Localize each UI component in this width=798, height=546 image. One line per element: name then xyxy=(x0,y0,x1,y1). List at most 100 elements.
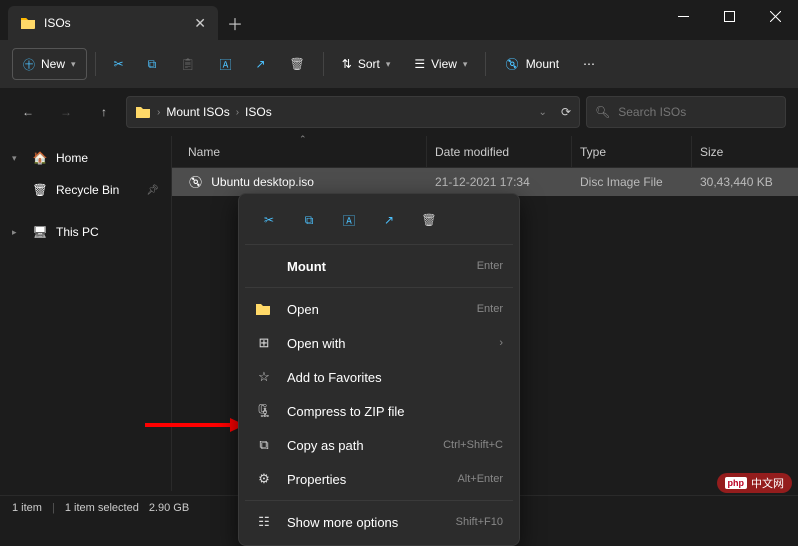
copy-button[interactable]: ⧉ xyxy=(138,48,167,80)
paste-icon: 📋︎ xyxy=(180,57,195,71)
share-icon: ↗ xyxy=(384,213,394,227)
more-button[interactable]: ⋯ xyxy=(573,48,605,80)
chevron-down-icon[interactable]: ⌄ xyxy=(539,107,547,118)
separator xyxy=(245,244,513,245)
search-box[interactable]: 🔍︎ xyxy=(586,96,786,128)
copy-icon: ⧉ xyxy=(305,213,314,228)
separator xyxy=(485,52,486,76)
close-icon[interactable]: ✕ xyxy=(194,15,206,32)
context-menu: ✂ ⧉ 🄰 ↗ 🗑 Mount Enter Open Enter ⊞ Open … xyxy=(238,193,520,546)
sidebar-item-label: This PC xyxy=(56,225,99,239)
zip-icon: 🗜︎ xyxy=(255,403,273,419)
ctx-hint: Ctrl+Shift+C xyxy=(443,439,503,451)
new-tab-button[interactable]: ＋ xyxy=(218,6,252,40)
ctx-share-button[interactable]: ↗ xyxy=(371,204,407,236)
chevron-down-icon: ▾ xyxy=(463,59,468,70)
chevron-right-icon: › xyxy=(499,337,503,349)
ctx-label: Show more options xyxy=(287,515,442,530)
cut-icon: ✂ xyxy=(114,57,124,71)
column-headers: Name ⌃ Date modified Type Size xyxy=(172,136,798,168)
chevron-right-icon[interactable]: › xyxy=(236,107,239,118)
mount-icon: 💿︎ xyxy=(504,57,519,71)
rename-button[interactable]: 🄰 xyxy=(209,48,241,80)
watermark: php 中文网 xyxy=(717,473,793,493)
sidebar-item-label: Recycle Bin xyxy=(56,183,119,197)
pin-icon[interactable]: 📌︎ xyxy=(146,185,159,196)
share-button[interactable]: ↗ xyxy=(245,48,275,80)
folder-icon xyxy=(135,104,151,120)
star-icon: ☆ xyxy=(255,369,273,385)
column-header-date[interactable]: Date modified xyxy=(427,136,572,167)
address-bar[interactable]: › Mount ISOs › ISOs ⌄ ⟳ xyxy=(126,96,580,128)
chevron-right-icon[interactable]: › xyxy=(157,107,160,118)
forward-button[interactable]: → xyxy=(50,96,82,128)
ctx-delete-button[interactable]: 🗑 xyxy=(411,204,447,236)
ctx-cut-button[interactable]: ✂ xyxy=(251,204,287,236)
sidebar-item-thispc[interactable]: ▸ 🖥 This PC xyxy=(6,216,165,248)
back-button[interactable]: ← xyxy=(12,96,44,128)
sidebar-item-home[interactable]: ▾ 🏠 Home xyxy=(6,142,165,174)
ctx-open[interactable]: Open Enter xyxy=(245,292,513,326)
ctx-properties[interactable]: ⚙︎ Properties Alt+Enter xyxy=(245,462,513,496)
ctx-copy-button[interactable]: ⧉ xyxy=(291,204,327,236)
file-row[interactable]: 💿︎ Ubuntu desktop.iso 21-12-2021 17:34 D… xyxy=(172,168,798,196)
trash-icon: 🗑 xyxy=(421,213,436,227)
ctx-label: Add to Favorites xyxy=(287,370,503,385)
column-header-name[interactable]: Name ⌃ xyxy=(172,136,427,167)
minimize-button[interactable] xyxy=(660,0,706,32)
ctx-zip[interactable]: 🗜︎ Compress to ZIP file xyxy=(245,394,513,428)
up-button[interactable]: ↑ xyxy=(88,96,120,128)
titlebar: ISOs ✕ ＋ xyxy=(0,0,798,40)
search-input[interactable] xyxy=(618,105,777,119)
new-button[interactable]: ㊉ New ▾ xyxy=(12,48,87,80)
sort-label: Sort xyxy=(358,57,380,71)
paste-button[interactable]: 📋︎ xyxy=(170,48,205,80)
sidebar-item-label: Home xyxy=(56,151,88,165)
more-icon: ☷ xyxy=(255,514,273,530)
openwith-icon: ⊞ xyxy=(255,335,273,351)
recycle-icon: 🗑 xyxy=(32,183,48,197)
watermark-text: 中文网 xyxy=(751,475,784,491)
share-icon: ↗ xyxy=(255,57,265,71)
close-button[interactable] xyxy=(752,0,798,32)
ctx-openwith[interactable]: ⊞ Open with › xyxy=(245,326,513,360)
ctx-label: Open with xyxy=(287,336,485,351)
sort-button[interactable]: ⇅ Sort ▾ xyxy=(332,48,401,80)
search-icon: 🔍︎ xyxy=(595,105,610,119)
view-button[interactable]: ☰ View ▾ xyxy=(404,48,477,80)
chevron-down-icon: ▾ xyxy=(386,59,391,70)
ctx-mount[interactable]: Mount Enter xyxy=(245,249,513,283)
column-header-type[interactable]: Type xyxy=(572,136,692,167)
pc-icon: 🖥 xyxy=(32,225,48,239)
ctx-label: Copy as path xyxy=(287,438,429,453)
rename-icon: 🄰 xyxy=(343,212,355,229)
tab-active[interactable]: ISOs ✕ xyxy=(8,6,218,40)
breadcrumb-segment[interactable]: ISOs xyxy=(245,105,272,119)
status-selected-size: 2.90 GB xyxy=(149,502,189,514)
ctx-more[interactable]: ☷ Show more options Shift+F10 xyxy=(245,505,513,539)
ctx-copypath[interactable]: ⧉ Copy as path Ctrl+Shift+C xyxy=(245,428,513,462)
folder-icon xyxy=(255,301,273,317)
maximize-button[interactable] xyxy=(706,0,752,32)
chevron-down-icon[interactable]: ▾ xyxy=(12,153,24,164)
separator xyxy=(245,287,513,288)
breadcrumb-segment[interactable]: Mount ISOs xyxy=(166,105,229,119)
separator: | xyxy=(52,502,55,514)
file-date-cell: 21-12-2021 17:34 xyxy=(427,175,572,189)
status-selected-count: 1 item selected xyxy=(65,502,139,514)
column-header-size[interactable]: Size xyxy=(692,136,798,167)
refresh-button[interactable]: ⟳ xyxy=(561,105,571,119)
ctx-rename-button[interactable]: 🄰 xyxy=(331,204,367,236)
cut-button[interactable]: ✂ xyxy=(104,48,134,80)
sort-icon: ⇅ xyxy=(342,57,352,71)
home-icon: 🏠 xyxy=(32,151,48,165)
mount-button[interactable]: 💿︎ Mount xyxy=(494,48,569,80)
toolbar: ㊉ New ▾ ✂ ⧉ 📋︎ 🄰 ↗ 🗑 ⇅ Sort ▾ ☰ View ▾ 💿… xyxy=(0,40,798,88)
view-icon: ☰ xyxy=(414,57,425,71)
copypath-icon: ⧉ xyxy=(255,437,273,453)
delete-button[interactable]: 🗑 xyxy=(280,48,315,80)
chevron-right-icon[interactable]: ▸ xyxy=(12,227,24,238)
sidebar-item-recycle[interactable]: 🗑 Recycle Bin 📌︎ xyxy=(6,174,165,206)
ctx-favorites[interactable]: ☆ Add to Favorites xyxy=(245,360,513,394)
plus-icon: ㊉ xyxy=(23,56,35,73)
